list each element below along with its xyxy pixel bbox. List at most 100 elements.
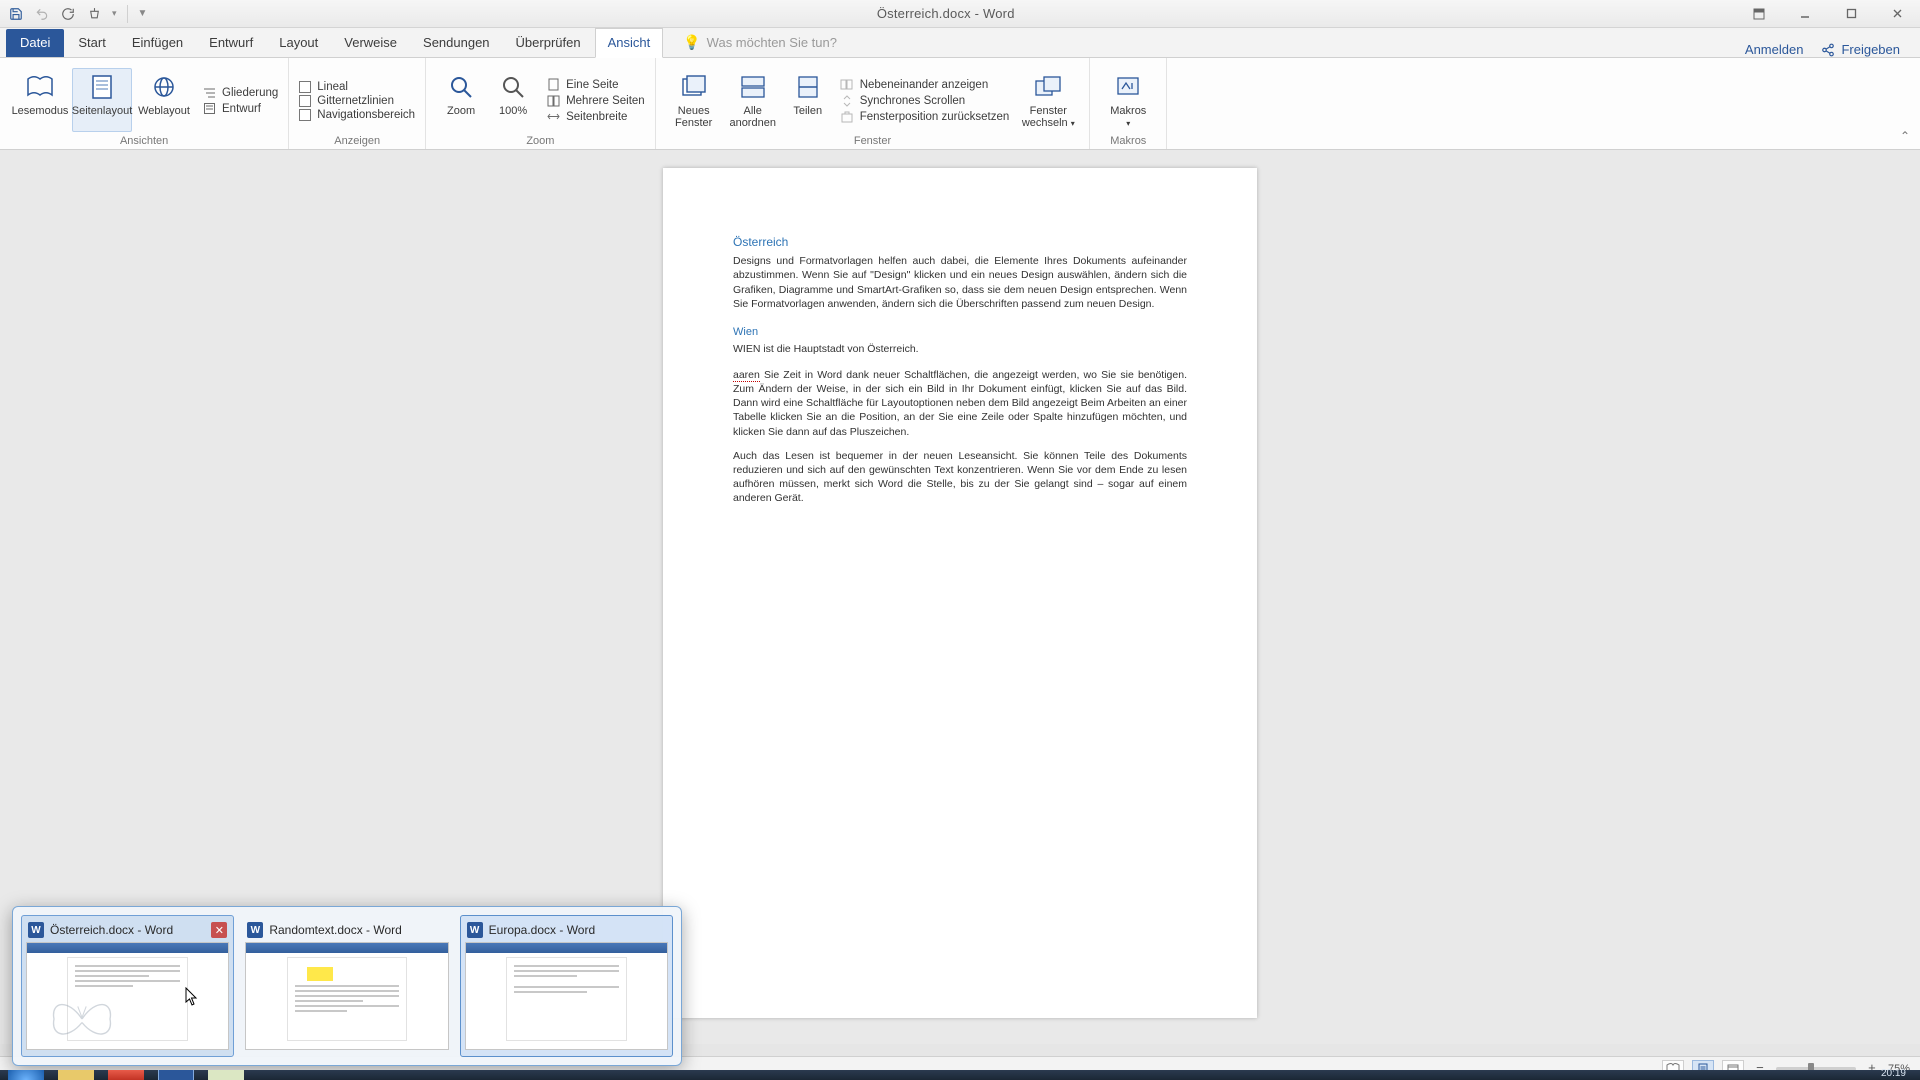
close-icon[interactable]: ✕: [211, 922, 227, 938]
taskbar-word-icon[interactable]: [158, 1070, 194, 1080]
entwurf-button[interactable]: Entwurf: [202, 102, 278, 116]
navigation-checkbox[interactable]: Navigationsbereich: [299, 109, 415, 121]
arrange-all-icon: [737, 71, 769, 103]
tell-me-placeholder: Was möchten Sie tun?: [707, 35, 837, 50]
repeat-icon[interactable]: [60, 6, 76, 22]
ribbon-tabs: Datei Start Einfügen Entwurf Layout Verw…: [0, 28, 1920, 58]
tab-file[interactable]: Datei: [6, 29, 64, 57]
close-button[interactable]: [1874, 0, 1920, 28]
weblayout-button[interactable]: Weblayout: [134, 68, 194, 132]
heading-1: Österreich: [733, 234, 1187, 250]
ribbon-group-makros: Makros▾ Makros: [1090, 58, 1167, 149]
maximize-button[interactable]: [1828, 0, 1874, 28]
alle-anordnen-button[interactable]: Alle anordnen: [724, 68, 782, 132]
minimize-button[interactable]: [1782, 0, 1828, 28]
one-page-icon: [546, 78, 560, 92]
outline-icon: [202, 86, 216, 100]
mehrere-seiten-button[interactable]: Mehrere Seiten: [546, 94, 645, 108]
ribbon-display-options-icon[interactable]: [1736, 0, 1782, 28]
neues-fenster-label: Neues Fenster: [667, 105, 721, 129]
lightbulb-icon: 💡: [683, 34, 700, 51]
window-title: Österreich.docx - Word: [155, 6, 1736, 21]
checkbox-icon: [299, 95, 311, 107]
synchron-label: Synchrones Scrollen: [860, 95, 965, 107]
document-page[interactable]: Österreich Designs und Formatvorlagen he…: [663, 168, 1257, 1018]
taskbar-app-icon[interactable]: [208, 1070, 244, 1080]
group-label-zoom: Zoom: [436, 135, 645, 147]
seitenbreite-button[interactable]: Seitenbreite: [546, 110, 645, 124]
zoom-label: Zoom: [447, 105, 475, 117]
makros-button[interactable]: Makros▾: [1100, 68, 1156, 132]
ribbon-group-zoom: Zoom 100% Eine Seite Mehrere Seiten: [426, 58, 656, 149]
synchron-button: Synchrones Scrollen: [840, 94, 1010, 108]
multi-page-icon: [546, 94, 560, 108]
taskbar-clock[interactable]: 20:19: [1881, 1068, 1906, 1079]
share-button[interactable]: Freigeben: [1821, 42, 1900, 57]
gliederung-button[interactable]: Gliederung: [202, 86, 278, 100]
heading-2: Wien: [733, 325, 1187, 340]
tab-einfuegen[interactable]: Einfügen: [120, 29, 195, 57]
gitternetz-checkbox[interactable]: Gitternetzlinien: [299, 95, 415, 107]
tab-ueberpruefen[interactable]: Überprüfen: [504, 29, 593, 57]
qat-customize-icon[interactable]: ▼: [138, 8, 148, 19]
group-label-fenster: Fenster: [666, 135, 1080, 147]
word-icon: W: [28, 922, 44, 938]
paragraph: WIEN ist die Hauptstadt von Österreich.: [733, 342, 1187, 356]
undo-icon[interactable]: [34, 6, 50, 22]
tab-start[interactable]: Start: [66, 29, 117, 57]
navigation-label: Navigationsbereich: [317, 109, 415, 121]
qat-more-icon[interactable]: ▾: [112, 8, 117, 19]
page-width-icon: [546, 110, 560, 124]
sync-scroll-icon: [840, 94, 854, 108]
taskbar-app-icon[interactable]: [108, 1070, 144, 1080]
tab-sendungen[interactable]: Sendungen: [411, 29, 502, 57]
word-icon: W: [247, 922, 263, 938]
tell-me-search[interactable]: 💡 Was möchten Sie tun?: [673, 28, 847, 57]
fenster-wechseln-button[interactable]: Fenster wechseln ▾: [1017, 68, 1079, 132]
taskbar-preview-oesterreich[interactable]: W Österreich.docx - Word ✕: [21, 915, 234, 1057]
eine-seite-label: Eine Seite: [566, 79, 618, 91]
collapse-ribbon-icon[interactable]: ⌃: [1900, 129, 1910, 143]
nebeneinander-button: Nebeneinander anzeigen: [840, 78, 1010, 92]
split-icon: [792, 71, 824, 103]
weblayout-label: Weblayout: [138, 105, 190, 117]
seitenlayout-button[interactable]: Seitenlayout: [72, 68, 132, 132]
web-layout-icon: [148, 71, 180, 103]
taskbar-preview-randomtext[interactable]: W Randomtext.docx - Word ✕: [240, 915, 453, 1057]
tab-layout[interactable]: Layout: [267, 29, 330, 57]
fenster-wechseln-label: Fenster wechseln ▾: [1018, 105, 1078, 130]
entwurf-label: Entwurf: [222, 103, 261, 115]
tab-entwurf[interactable]: Entwurf: [197, 29, 265, 57]
draft-icon: [202, 102, 216, 116]
taskbar-explorer-icon[interactable]: [58, 1070, 94, 1080]
tab-ansicht[interactable]: Ansicht: [595, 28, 664, 58]
tab-verweise[interactable]: Verweise: [332, 29, 409, 57]
start-button[interactable]: [8, 1070, 44, 1080]
taskbar-preview-thumbnail: [26, 942, 229, 1050]
eine-seite-button[interactable]: Eine Seite: [546, 78, 645, 92]
tab-right-area: Anmelden Freigeben: [1745, 42, 1914, 57]
seitenbreite-label: Seitenbreite: [566, 111, 627, 123]
taskbar-preview-thumbnail: [465, 942, 668, 1050]
touch-mode-icon[interactable]: [86, 6, 102, 22]
taskbar-preview-europa[interactable]: W Europa.docx - Word ✕: [460, 915, 673, 1057]
zoom-100-button[interactable]: 100%: [488, 68, 538, 132]
lineal-checkbox[interactable]: Lineal: [299, 81, 415, 93]
taskbar-preview-title: Randomtext.docx - Word: [269, 923, 402, 937]
paragraph: aaren Sie Zeit in Word dank neuer Schalt…: [733, 368, 1187, 439]
sign-in-link[interactable]: Anmelden: [1745, 42, 1804, 57]
windows-taskbar[interactable]: 20:19: [0, 1070, 1920, 1080]
gliederung-label: Gliederung: [222, 87, 278, 99]
reset-position-label: Fensterposition zurücksetzen: [860, 111, 1010, 123]
ribbon-group-anzeigen: Lineal Gitternetzlinien Navigationsberei…: [289, 58, 426, 149]
zoom-button[interactable]: Zoom: [436, 68, 486, 132]
teilen-button[interactable]: Teilen: [784, 68, 832, 132]
save-icon[interactable]: [8, 6, 24, 22]
new-window-icon: [678, 71, 710, 103]
lesemodus-button[interactable]: Lesemodus: [10, 68, 70, 132]
teilen-label: Teilen: [793, 105, 822, 117]
neues-fenster-button[interactable]: Neues Fenster: [666, 68, 722, 132]
spelling-error: aaren: [733, 369, 760, 382]
zoom-icon: [445, 71, 477, 103]
paragraph: Designs und Formatvorlagen helfen auch d…: [733, 254, 1187, 311]
